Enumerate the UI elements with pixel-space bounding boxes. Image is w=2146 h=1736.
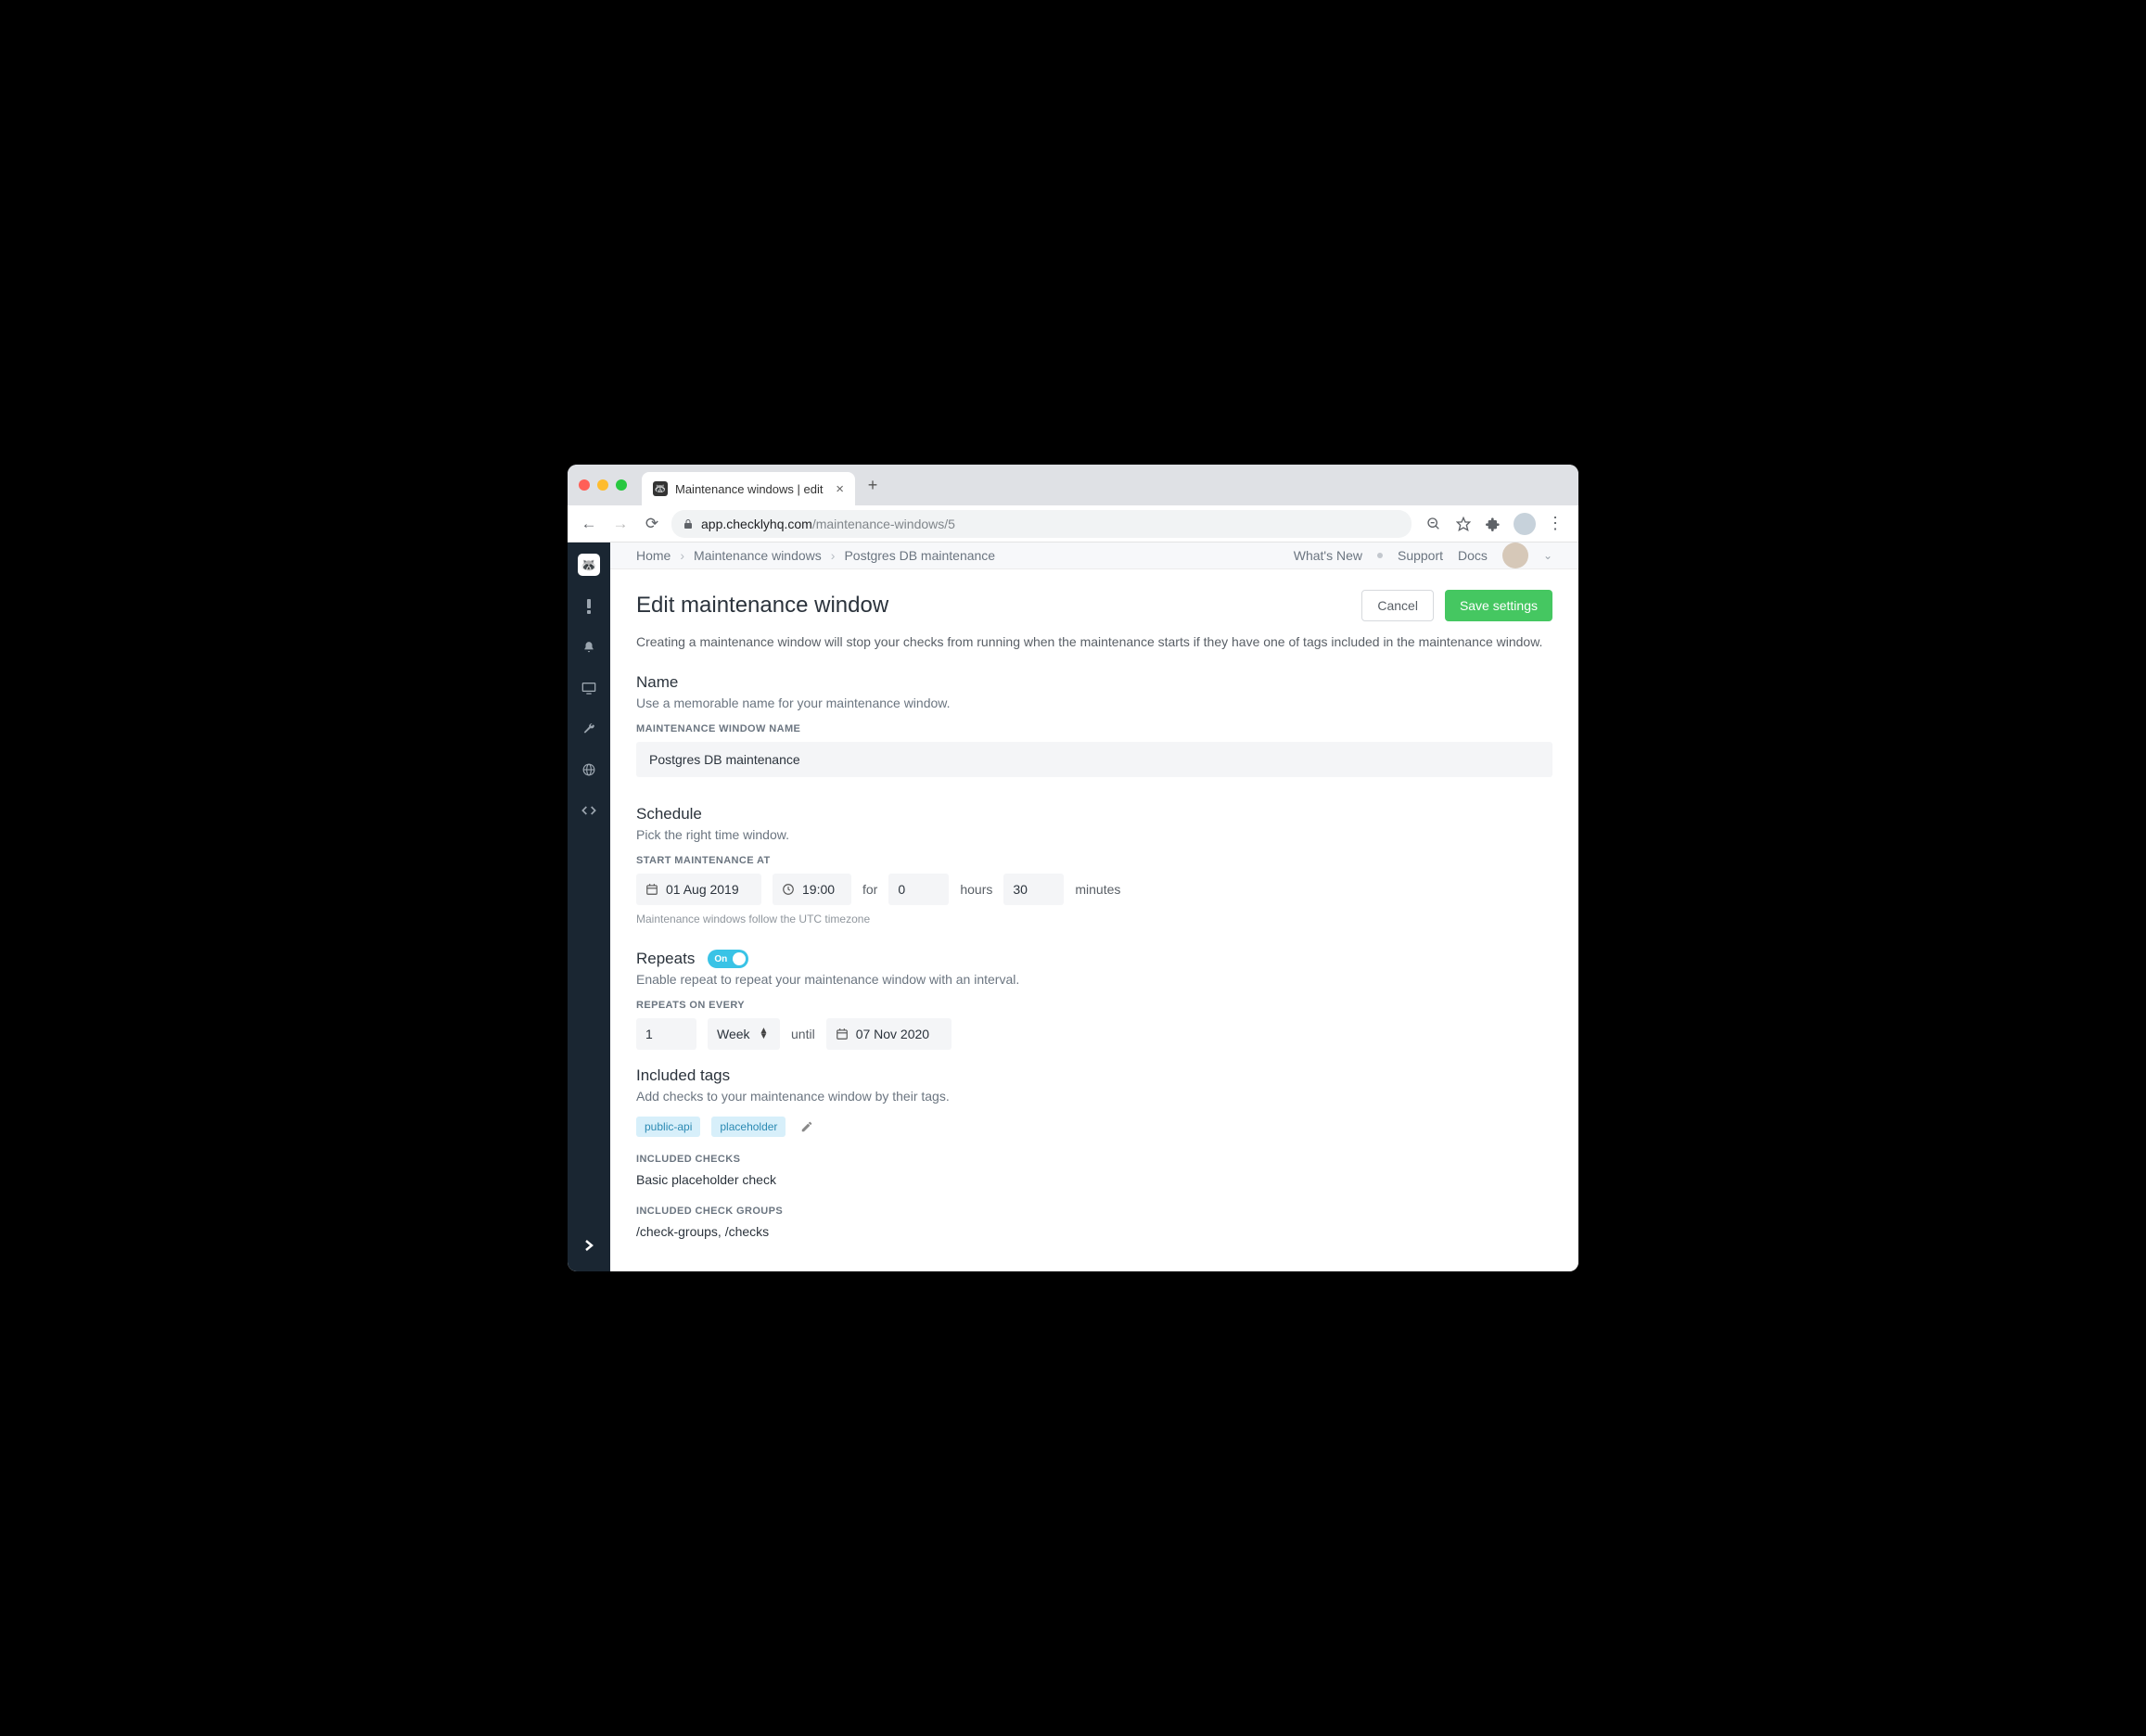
main-panel: Home › Maintenance windows › Postgres DB… [610, 542, 1578, 1271]
toggle-label: On [714, 954, 727, 964]
save-button[interactable]: Save settings [1445, 590, 1552, 621]
expand-sidebar-icon[interactable] [579, 1240, 599, 1260]
tag-chip[interactable]: placeholder [711, 1117, 786, 1137]
name-subheading: Use a memorable name for your maintenanc… [636, 696, 1552, 710]
chrome-tabstrip: 🦝 Maintenance windows | edit × + [568, 465, 1578, 505]
browser-tab[interactable]: 🦝 Maintenance windows | edit × [642, 472, 855, 505]
repeats-field-label: REPEATS ON EVERY [636, 1000, 1552, 1011]
name-input[interactable] [636, 742, 1552, 777]
reload-button[interactable]: ⟳ [640, 512, 664, 536]
forward-button[interactable]: → [608, 512, 632, 536]
support-link[interactable]: Support [1398, 548, 1443, 563]
globe-icon[interactable] [579, 760, 599, 780]
minimize-window-icon[interactable] [597, 479, 608, 491]
calendar-icon [836, 1028, 849, 1040]
back-button[interactable]: ← [577, 512, 601, 536]
breadcrumb-home[interactable]: Home [636, 548, 671, 563]
chrome-right-icons: ⋮ [1419, 513, 1569, 535]
edit-tags-icon[interactable] [800, 1120, 813, 1133]
app-container: 🦝 Home › Maintenance windows › Postgres … [568, 542, 1578, 1271]
schedule-field-label: START MAINTENANCE AT [636, 855, 1552, 866]
extensions-icon[interactable] [1484, 515, 1502, 533]
start-date-value: 01 Aug 2019 [666, 882, 739, 897]
breadcrumb-level2: Postgres DB maintenance [844, 548, 995, 563]
user-avatar[interactable] [1502, 542, 1528, 568]
select-arrows-icon: ▲▼ [760, 1028, 769, 1040]
minutes-input[interactable] [1003, 874, 1064, 905]
dot-indicator-icon [1377, 553, 1383, 558]
tag-chip[interactable]: public-api [636, 1117, 700, 1137]
calendar-icon [645, 883, 658, 896]
repeat-end-date-value: 07 Nov 2020 [856, 1027, 929, 1041]
repeat-end-date-input[interactable]: 07 Nov 2020 [826, 1018, 952, 1050]
chevron-right-icon: › [680, 548, 684, 563]
page-header: Edit maintenance window Cancel Save sett… [636, 590, 1552, 621]
repeat-interval-input[interactable] [636, 1018, 696, 1050]
repeats-toggle[interactable]: On [708, 950, 748, 968]
window-controls [579, 479, 627, 491]
chevron-right-icon: › [831, 548, 836, 563]
repeat-unit-select[interactable]: Week ▲▼ [708, 1018, 780, 1050]
name-heading: Name [636, 673, 1552, 692]
cancel-button[interactable]: Cancel [1361, 590, 1434, 621]
chrome-toolbar: ← → ⟳ app.checklyhq.com/maintenance-wind… [568, 505, 1578, 542]
address-bar[interactable]: app.checklyhq.com/maintenance-windows/5 [671, 510, 1412, 538]
code-icon[interactable] [579, 800, 599, 821]
close-tab-icon[interactable]: × [836, 481, 844, 497]
close-window-icon[interactable] [579, 479, 590, 491]
start-time-input[interactable]: 19:00 [773, 874, 851, 905]
schedule-helper: Maintenance windows follow the UTC timez… [636, 913, 1552, 925]
included-groups-label: INCLUDED CHECK GROUPS [636, 1206, 1552, 1217]
clock-icon [782, 883, 795, 896]
url-path: /maintenance-windows/5 [812, 517, 955, 531]
docs-link[interactable]: Docs [1458, 548, 1488, 563]
start-date-input[interactable]: 01 Aug 2019 [636, 874, 761, 905]
tags-heading: Included tags [636, 1066, 1552, 1085]
start-time-value: 19:00 [802, 882, 835, 897]
minutes-label: minutes [1075, 882, 1120, 897]
schedule-subheading: Pick the right time window. [636, 827, 1552, 842]
topbar-right: What's New Support Docs ⌄ [1294, 542, 1552, 568]
app-logo-icon[interactable]: 🦝 [578, 554, 600, 576]
chevron-down-icon[interactable]: ⌄ [1543, 549, 1552, 562]
wrench-icon[interactable] [579, 719, 599, 739]
included-groups-value: /check-groups, /checks [636, 1224, 1552, 1239]
tags-subheading: Add checks to your maintenance window by… [636, 1089, 1552, 1104]
topbar: Home › Maintenance windows › Postgres DB… [610, 542, 1578, 569]
favicon-icon: 🦝 [653, 481, 668, 496]
url-host: app.checklyhq.com [701, 517, 812, 531]
toggle-knob-icon [733, 952, 746, 965]
zoom-icon[interactable] [1424, 515, 1443, 533]
star-icon[interactable] [1454, 515, 1473, 533]
repeat-unit-value: Week [717, 1027, 750, 1041]
browser-window: 🦝 Maintenance windows | edit × + ← → ⟳ a… [568, 465, 1578, 1271]
maximize-window-icon[interactable] [616, 479, 627, 491]
profile-avatar[interactable] [1514, 513, 1536, 535]
name-field-label: MAINTENANCE WINDOW NAME [636, 723, 1552, 734]
breadcrumb-level1[interactable]: Maintenance windows [694, 548, 822, 563]
sidebar: 🦝 [568, 542, 610, 1271]
whats-new-link[interactable]: What's New [1294, 548, 1362, 563]
alert-icon[interactable] [579, 596, 599, 617]
page-content: Edit maintenance window Cancel Save sett… [610, 569, 1578, 1271]
hours-label: hours [960, 882, 992, 897]
page-title: Edit maintenance window [636, 593, 888, 619]
bell-icon[interactable] [579, 637, 599, 657]
page-description: Creating a maintenance window will stop … [636, 634, 1552, 649]
lock-icon [683, 518, 694, 530]
hours-input[interactable] [888, 874, 949, 905]
until-label: until [791, 1027, 815, 1041]
included-checks-label: INCLUDED CHECKS [636, 1154, 1552, 1165]
schedule-heading: Schedule [636, 805, 1552, 823]
breadcrumb: Home › Maintenance windows › Postgres DB… [636, 548, 995, 563]
repeats-heading-text: Repeats [636, 950, 695, 968]
new-tab-button[interactable]: + [859, 471, 887, 499]
tab-title: Maintenance windows | edit [675, 482, 823, 496]
for-label: for [862, 882, 877, 897]
repeats-subheading: Enable repeat to repeat your maintenance… [636, 972, 1552, 987]
chrome-menu-icon[interactable]: ⋮ [1547, 514, 1564, 533]
monitor-icon[interactable] [579, 678, 599, 698]
included-checks-value: Basic placeholder check [636, 1172, 1552, 1187]
repeats-heading: Repeats On [636, 950, 1552, 968]
